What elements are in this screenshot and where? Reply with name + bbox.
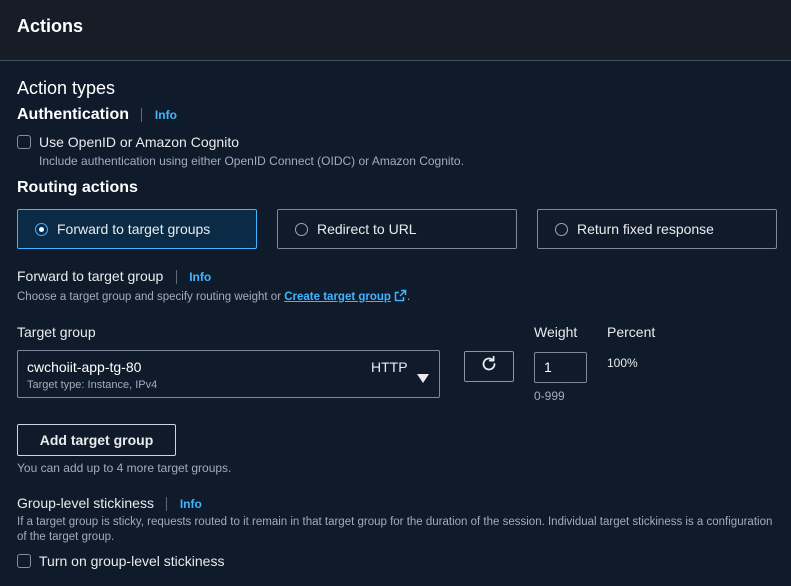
forward-info-link[interactable]: Info <box>189 270 211 284</box>
stickiness-heading: Group-level stickiness <box>17 495 154 511</box>
refresh-button[interactable] <box>464 351 514 382</box>
stickiness-header: Group-level stickiness Info <box>17 495 202 513</box>
create-target-group-link[interactable]: Create target group <box>284 291 391 303</box>
weight-range-hint: 0-999 <box>534 389 565 403</box>
target-group-name: cwchoiit-app-tg-80 <box>27 359 142 375</box>
routing-option-redirect[interactable]: Redirect to URL <box>277 209 517 249</box>
forward-description-text: Choose a target group and specify routin… <box>17 291 282 303</box>
action-types-heading: Action types <box>17 78 116 98</box>
actions-panel: Actions Action types Authentication Info… <box>0 0 791 586</box>
openid-cognito-checkbox[interactable] <box>17 135 31 149</box>
panel-title: Actions <box>17 16 84 36</box>
forward-description-suffix: . <box>406 291 411 303</box>
radio-redirect[interactable] <box>295 222 308 236</box>
forward-header: Forward to target group Info <box>17 268 211 286</box>
target-group-select[interactable]: cwchoiit-app-tg-80 Target type: Instance… <box>17 350 440 398</box>
target-group-protocol: HTTP <box>371 359 408 375</box>
routing-option-label: Redirect to URL <box>317 221 417 237</box>
radio-fixed-response[interactable] <box>555 222 568 236</box>
divider <box>166 496 168 511</box>
weight-label: Weight <box>534 324 578 340</box>
panel-header: Actions <box>0 0 791 61</box>
routing-option-fixed-response[interactable]: Return fixed response <box>537 209 777 249</box>
openid-cognito-description: Include authentication using either Open… <box>39 154 464 168</box>
group-stickiness-label[interactable]: Turn on group-level stickiness <box>39 553 224 569</box>
divider <box>175 269 177 284</box>
routing-actions-heading: Routing actions <box>17 179 138 196</box>
forward-description: Choose a target group and specify routin… <box>17 289 410 305</box>
stickiness-description: If a target group is sticky, requests ro… <box>17 516 773 543</box>
radio-forward[interactable] <box>35 222 48 236</box>
add-target-group-button[interactable]: Add target group <box>17 424 176 456</box>
openid-cognito-label[interactable]: Use OpenID or Amazon Cognito <box>39 134 239 150</box>
authentication-heading: Authentication <box>17 106 129 123</box>
routing-option-label: Return fixed response <box>577 221 714 237</box>
authentication-header: Authentication Info <box>17 106 177 124</box>
external-link-icon[interactable] <box>394 289 407 305</box>
routing-option-label: Forward to target groups <box>57 221 211 237</box>
forward-heading: Forward to target group <box>17 268 164 284</box>
percent-label: Percent <box>607 324 656 340</box>
stickiness-info-link[interactable]: Info <box>180 497 202 511</box>
caret-down-icon[interactable] <box>417 370 429 388</box>
weight-input[interactable]: 1 <box>534 352 587 383</box>
divider <box>141 107 143 122</box>
target-group-type: Target type: Instance, IPv4 <box>27 379 158 391</box>
group-stickiness-checkbox[interactable] <box>17 554 31 568</box>
add-target-group-hint: You can add up to 4 more target groups. <box>17 461 232 475</box>
authentication-info-link[interactable]: Info <box>155 108 177 122</box>
target-group-label: Target group <box>17 324 96 340</box>
routing-option-forward[interactable]: Forward to target groups <box>17 209 257 249</box>
percent-value: 100% <box>607 356 638 370</box>
refresh-icon <box>480 355 498 378</box>
